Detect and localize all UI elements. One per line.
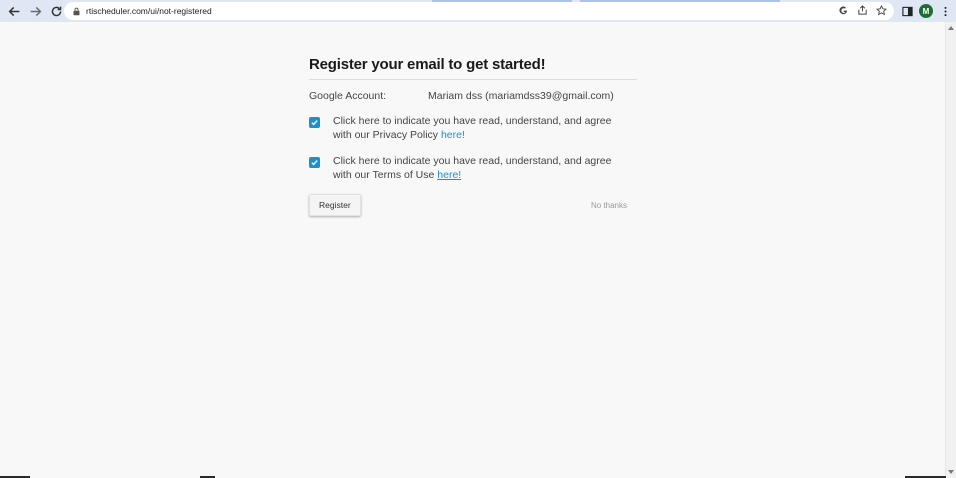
privacy-policy-label: Click here to indicate you have read, un… bbox=[333, 115, 612, 141]
form-actions: Register No thanks bbox=[309, 194, 639, 216]
check-icon bbox=[311, 160, 318, 166]
address-bar[interactable]: rtischeduler.com/ui/not-registered bbox=[64, 2, 894, 20]
terms-of-use-checkbox[interactable] bbox=[309, 157, 320, 168]
privacy-policy-link[interactable]: here! bbox=[441, 129, 465, 141]
google-icon[interactable] bbox=[837, 4, 850, 17]
registration-card: Register your email to get started! Goog… bbox=[309, 52, 639, 216]
side-panel-icon[interactable] bbox=[900, 2, 914, 20]
scroll-down-icon[interactable] bbox=[948, 470, 954, 474]
more-menu-icon[interactable] bbox=[938, 2, 952, 20]
terms-of-use-label: Click here to indicate you have read, un… bbox=[333, 155, 612, 181]
scroll-up-icon[interactable] bbox=[948, 26, 954, 30]
url-text: rtischeduler.com/ui/not-registered bbox=[86, 6, 212, 16]
privacy-policy-checkbox[interactable] bbox=[309, 117, 320, 128]
privacy-policy-row: Click here to indicate you have read, un… bbox=[309, 114, 639, 142]
title-divider bbox=[309, 79, 637, 80]
account-label: Google Account: bbox=[309, 90, 387, 102]
check-icon bbox=[311, 120, 318, 126]
browser-toolbar: rtischeduler.com/ui/not-registered M bbox=[0, 0, 956, 22]
forward-arrow-icon[interactable] bbox=[26, 2, 44, 20]
terms-of-use-text[interactable]: Click here to indicate you have read, un… bbox=[333, 154, 633, 182]
reload-icon[interactable] bbox=[47, 2, 65, 20]
no-thanks-link[interactable]: No thanks bbox=[591, 201, 627, 210]
profile-avatar[interactable]: M bbox=[919, 4, 933, 18]
google-account-row: Google Account: Mariam dss (mariamdss39@… bbox=[309, 90, 639, 102]
bookmark-star-icon[interactable] bbox=[875, 4, 888, 17]
terms-of-use-row: Click here to indicate you have read, un… bbox=[309, 154, 639, 182]
back-arrow-icon[interactable] bbox=[5, 2, 23, 20]
privacy-policy-text[interactable]: Click here to indicate you have read, un… bbox=[333, 114, 633, 142]
lock-icon bbox=[70, 5, 82, 17]
terms-of-use-link[interactable]: here! bbox=[437, 169, 461, 181]
page-title: Register your email to get started! bbox=[309, 56, 546, 73]
account-value: Mariam dss (mariamdss39@gmail.com) bbox=[428, 90, 614, 102]
register-button[interactable]: Register bbox=[309, 194, 361, 216]
share-icon[interactable] bbox=[856, 4, 869, 17]
vertical-scrollbar[interactable] bbox=[945, 22, 956, 478]
